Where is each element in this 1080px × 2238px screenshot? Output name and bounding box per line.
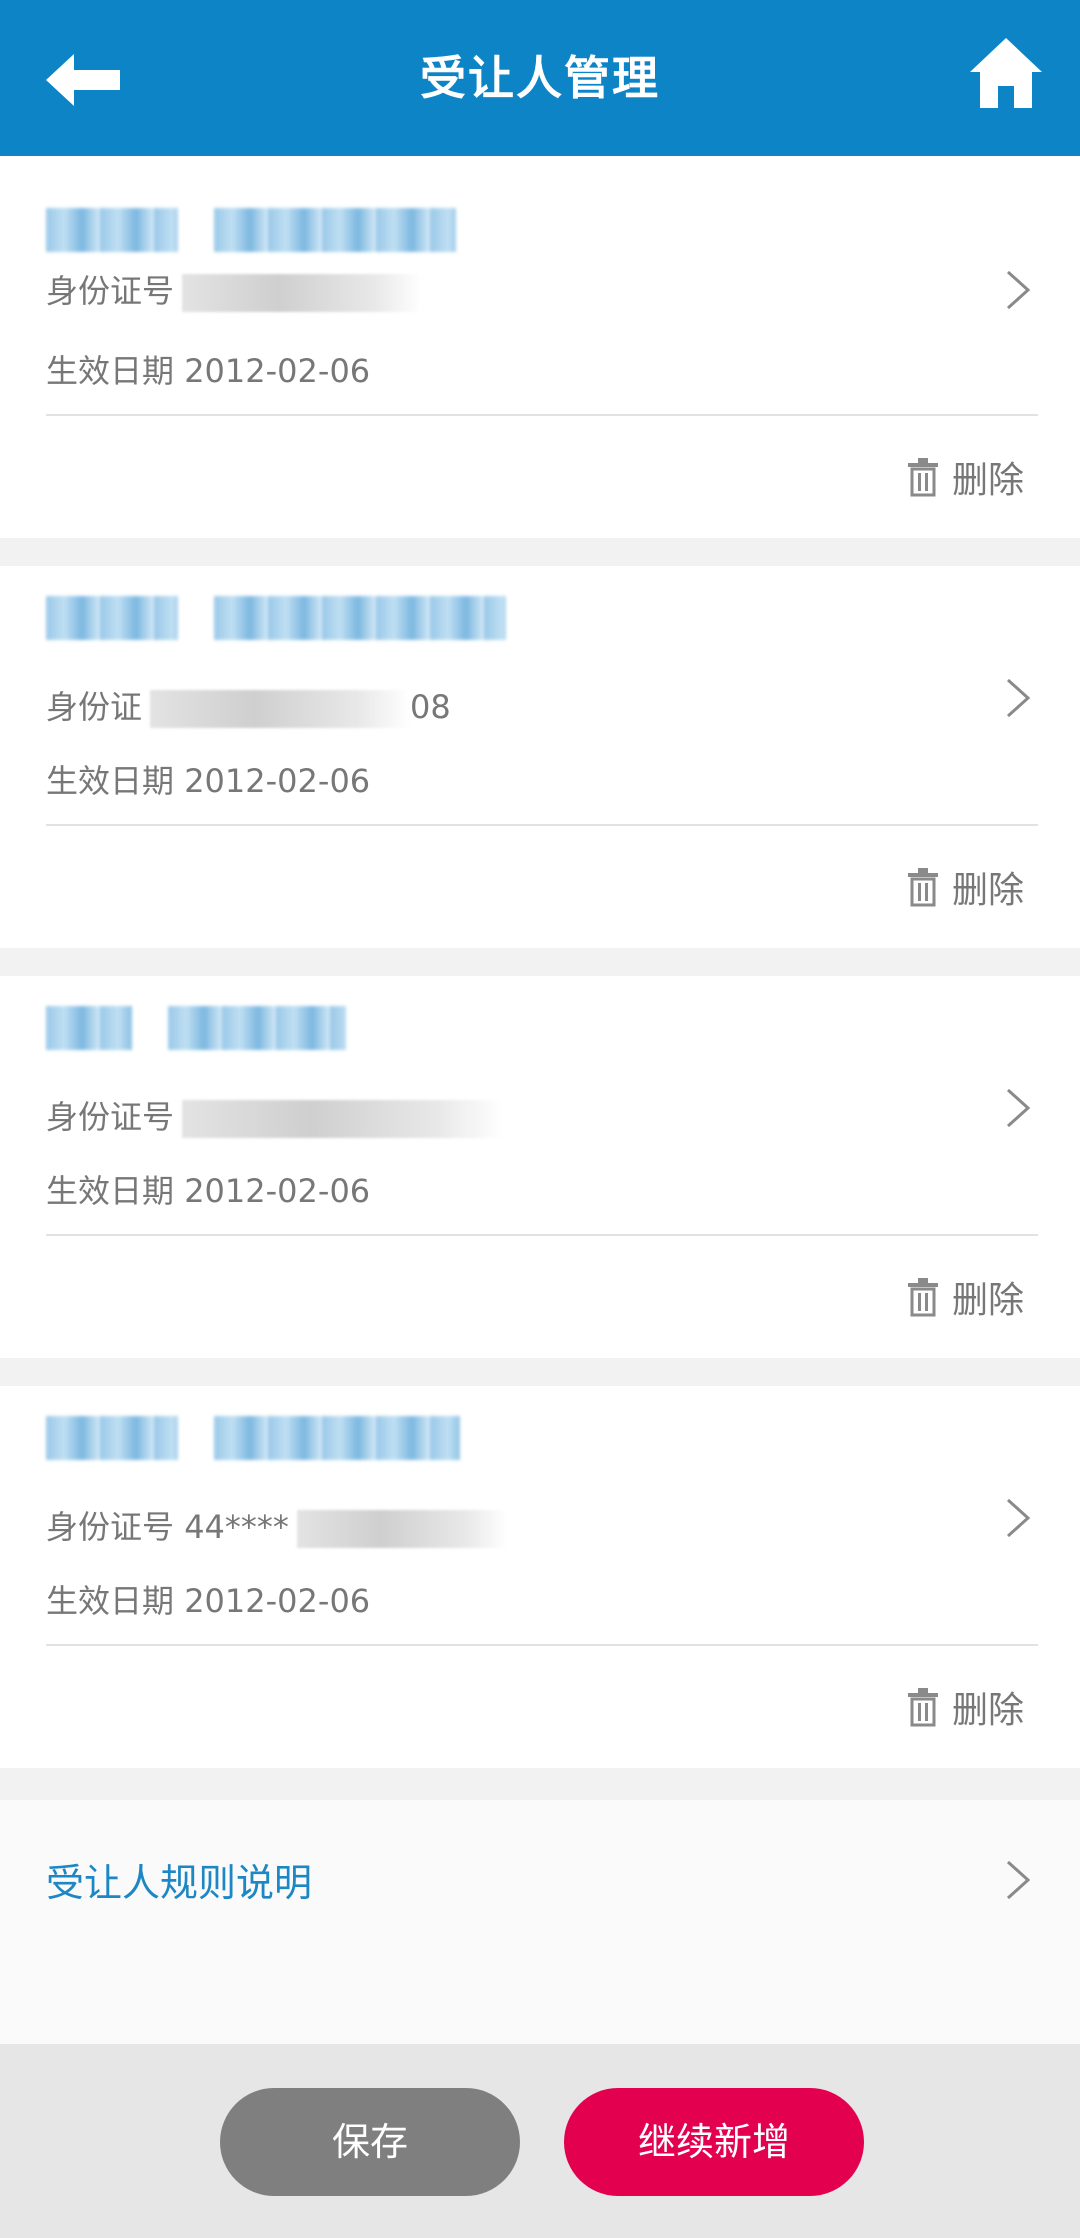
date-label: 生效日期 (46, 1172, 175, 1210)
chevron-right-icon[interactable] (1004, 1496, 1032, 1540)
divider (46, 1644, 1038, 1646)
date-value: 2012-02-06 (184, 1582, 371, 1620)
delete-label: 删除 (952, 460, 1025, 501)
effective-date-line: 生效日期 2012-02-06 (46, 346, 370, 392)
chevron-right-icon[interactable] (1004, 676, 1032, 720)
id-value: 08 (410, 688, 451, 726)
assignee-card[interactable]: 身份证 08 生效日期 2012-02-06 删除 (0, 566, 1080, 948)
id-number-line: 身份证号 44**** (46, 1502, 507, 1548)
id-number-line: 身份证号 (46, 1092, 503, 1138)
assignee-name (46, 592, 506, 644)
app-header: 受让人管理 (0, 0, 1080, 156)
date-value: 2012-02-06 (184, 1172, 371, 1210)
home-button[interactable] (968, 34, 1044, 114)
assignee-name (46, 1002, 346, 1054)
home-icon (970, 38, 1042, 108)
delete-label: 删除 (952, 1690, 1025, 1731)
delete-label: 删除 (952, 870, 1025, 911)
assignee-name (46, 204, 456, 256)
chevron-right-icon[interactable] (1004, 268, 1032, 312)
delete-button[interactable]: 删除 (906, 862, 1024, 912)
effective-date-line: 生效日期 2012-02-06 (46, 1166, 370, 1212)
trash-icon (908, 1278, 938, 1317)
effective-date-line: 生效日期 2012-02-06 (46, 1576, 370, 1622)
delete-label: 删除 (952, 1280, 1025, 1321)
id-value: 44**** (184, 1508, 289, 1546)
assignee-name (46, 1412, 460, 1464)
effective-date-line: 生效日期 2012-02-06 (46, 756, 370, 802)
rules-description-row[interactable]: 受让人规则说明 (0, 1800, 1080, 2044)
id-number-line: 身份证号 (46, 266, 423, 312)
assignee-card[interactable]: 身份证号 生效日期 2012-02-06 删除 (0, 156, 1080, 538)
save-button[interactable]: 保存 (220, 2088, 520, 2196)
divider (46, 1234, 1038, 1236)
id-label: 身份证号 (46, 1098, 175, 1136)
chevron-right-icon (1006, 1860, 1031, 1900)
assignee-card[interactable]: 身份证号 44**** 生效日期 2012-02-06 删除 (0, 1386, 1080, 1768)
trash-icon (908, 1688, 938, 1727)
delete-button[interactable]: 删除 (906, 1682, 1024, 1732)
footer-bar: 保存 继续新增 (0, 2044, 1080, 2238)
date-label: 生效日期 (46, 352, 175, 390)
divider (46, 824, 1038, 826)
date-value: 2012-02-06 (184, 762, 371, 800)
chevron-right-icon[interactable] (1004, 1086, 1032, 1130)
trash-icon (908, 458, 938, 497)
delete-button[interactable]: 删除 (906, 1272, 1024, 1322)
rules-label: 受让人规则说明 (46, 1861, 313, 1905)
divider (46, 414, 1038, 416)
continue-add-button[interactable]: 继续新增 (564, 2088, 864, 2196)
assignee-card[interactable]: 身份证号 生效日期 2012-02-06 删除 (0, 976, 1080, 1358)
date-label: 生效日期 (46, 1582, 175, 1620)
trash-icon (908, 868, 938, 907)
id-label: 身份证 (46, 688, 143, 726)
id-number-line: 身份证 08 (46, 682, 451, 728)
date-label: 生效日期 (46, 762, 175, 800)
date-value: 2012-02-06 (184, 352, 371, 390)
id-label: 身份证号 (46, 1508, 175, 1546)
delete-button[interactable]: 删除 (906, 452, 1024, 502)
page-title: 受让人管理 (420, 51, 660, 105)
id-label: 身份证号 (46, 272, 175, 310)
